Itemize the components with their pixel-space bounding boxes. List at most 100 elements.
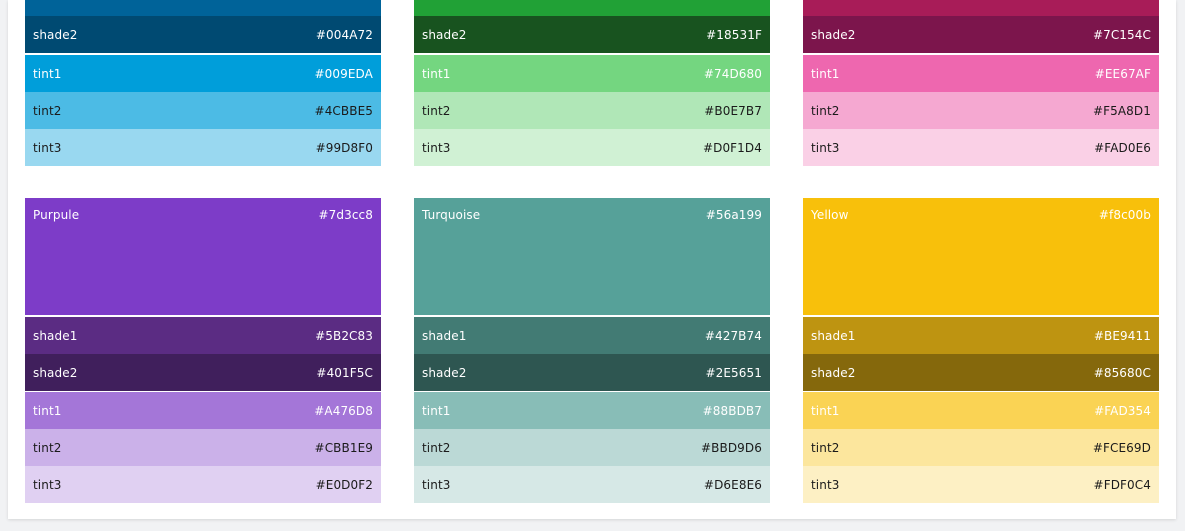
swatch-row: tint1 #A476D8 <box>25 392 381 429</box>
swatch-row: tint2 #F5A8D1 <box>803 92 1159 129</box>
swatch-row: tint1 #88BDB7 <box>414 392 770 429</box>
palette-card: shade2 #004A72 tint1 #009EDA tint2 #4CBB… <box>8 0 1176 519</box>
swatch-hex: #009EDA <box>314 66 373 81</box>
swatch-hex: #BBD9D6 <box>701 440 762 455</box>
swatch-row: tint1 #009EDA <box>25 55 381 92</box>
swatch-hex: #85680C <box>1093 365 1151 380</box>
swatch-hex: #2E5651 <box>705 365 762 380</box>
palette-pink-cap <box>803 0 1159 16</box>
swatch-hex: #7C154C <box>1092 27 1151 42</box>
swatch-label: tint3 <box>33 140 62 155</box>
swatch-label: tint1 <box>811 403 840 418</box>
swatch-row: shade1 #427B74 <box>414 317 770 354</box>
palette-blue: shade2 #004A72 tint1 #009EDA tint2 #4CBB… <box>25 0 381 166</box>
swatch-hex: #B0E7B7 <box>704 103 762 118</box>
swatch-label: tint1 <box>33 66 62 81</box>
swatch-hex: #99D8F0 <box>315 140 373 155</box>
swatch-hex: #56a199 <box>705 208 762 222</box>
swatch-hex: #FAD354 <box>1094 403 1151 418</box>
swatch-hex: #f8c00b <box>1098 208 1151 222</box>
swatch-label: tint2 <box>422 440 451 455</box>
swatch-row: tint2 #CBB1E9 <box>25 429 381 466</box>
swatch-row: shade1 #5B2C83 <box>25 317 381 354</box>
palette-green-cap <box>414 0 770 16</box>
swatch-label: tint2 <box>811 103 840 118</box>
swatch-label: tint3 <box>811 477 840 492</box>
swatch-row: tint2 #BBD9D6 <box>414 429 770 466</box>
swatch-hex: #EE67AF <box>1094 66 1151 81</box>
swatch-row: tint3 #FAD0E6 <box>803 129 1159 166</box>
swatch-hex: #88BDB7 <box>702 403 762 418</box>
swatch-label: tint3 <box>422 140 451 155</box>
swatch-label: Purpule <box>33 208 80 222</box>
swatch-row: tint3 #E0D0F2 <box>25 466 381 503</box>
swatch-hex: #401F5C <box>316 365 373 380</box>
swatch-row: tint3 #D6E8E6 <box>414 466 770 503</box>
swatch-label: tint2 <box>811 440 840 455</box>
swatch-label: tint3 <box>422 477 451 492</box>
swatch-hex: #FDF0C4 <box>1093 477 1151 492</box>
swatch-row: tint1 #74D680 <box>414 55 770 92</box>
swatch-label: tint3 <box>811 140 840 155</box>
swatch-label: shade2 <box>811 27 856 42</box>
swatch-row: tint2 #4CBBE5 <box>25 92 381 129</box>
palette-yellow: Yellow #f8c00b shade1 #BE9411 shade2 #85… <box>803 198 1159 503</box>
swatch-label: shade2 <box>811 365 856 380</box>
swatch-label: tint2 <box>33 440 62 455</box>
swatch-main: Purpule #7d3cc8 <box>25 198 381 315</box>
swatch-label: tint1 <box>811 66 840 81</box>
swatch-label: tint1 <box>422 66 451 81</box>
swatch-hex: #7d3cc8 <box>318 208 373 222</box>
swatch-hex: #FAD0E6 <box>1094 140 1151 155</box>
swatch-hex: #F5A8D1 <box>1092 103 1151 118</box>
swatch-label: tint3 <box>33 477 62 492</box>
palette-purple: Purpule #7d3cc8 shade1 #5B2C83 shade2 #4… <box>25 198 381 503</box>
swatch-main: Turquoise #56a199 <box>414 198 770 315</box>
swatch-hex: #18531F <box>706 27 762 42</box>
palette-green: shade2 #18531F tint1 #74D680 tint2 #B0E7… <box>414 0 770 166</box>
swatch-row: shade2 #18531F <box>414 16 770 53</box>
swatch-hex: #E0D0F2 <box>315 477 373 492</box>
swatch-row: shade2 #401F5C <box>25 354 381 391</box>
swatch-hex: #CBB1E9 <box>314 440 373 455</box>
swatch-hex: #BE9411 <box>1093 328 1151 343</box>
swatch-label: tint2 <box>422 103 451 118</box>
swatch-row: shade2 #004A72 <box>25 16 381 53</box>
swatch-row: tint3 #99D8F0 <box>25 129 381 166</box>
palette-turquoise: Turquoise #56a199 shade1 #427B74 shade2 … <box>414 198 770 503</box>
swatch-row: tint2 #FCE69D <box>803 429 1159 466</box>
palette-blue-cap <box>25 0 381 16</box>
swatch-hex: #FCE69D <box>1092 440 1151 455</box>
swatch-hex: #5B2C83 <box>315 328 373 343</box>
swatch-row: tint1 #EE67AF <box>803 55 1159 92</box>
swatch-label: shade1 <box>422 328 467 343</box>
swatch-label: shade2 <box>422 365 467 380</box>
swatch-label: shade2 <box>33 27 78 42</box>
swatch-main: Yellow #f8c00b <box>803 198 1159 315</box>
swatch-label: tint2 <box>33 103 62 118</box>
swatch-row: tint3 #D0F1D4 <box>414 129 770 166</box>
swatch-label: Yellow <box>811 208 849 222</box>
swatch-hex: #004A72 <box>315 27 373 42</box>
swatch-hex: #74D680 <box>703 66 762 81</box>
swatch-hex: #427B74 <box>704 328 762 343</box>
swatch-hex: #4CBBE5 <box>314 103 373 118</box>
swatch-hex: #D6E8E6 <box>703 477 762 492</box>
swatch-label: Turquoise <box>422 208 481 222</box>
swatch-row: tint2 #B0E7B7 <box>414 92 770 129</box>
swatch-hex: #D0F1D4 <box>702 140 762 155</box>
swatch-label: shade2 <box>422 27 467 42</box>
swatch-row: tint3 #FDF0C4 <box>803 466 1159 503</box>
swatch-label: shade1 <box>33 328 78 343</box>
swatch-row: shade2 #7C154C <box>803 16 1159 53</box>
swatch-row: shade1 #BE9411 <box>803 317 1159 354</box>
swatch-hex: #A476D8 <box>314 403 373 418</box>
swatch-label: tint1 <box>33 403 62 418</box>
swatch-row: shade2 #85680C <box>803 354 1159 391</box>
swatch-label: tint1 <box>422 403 451 418</box>
swatch-row: tint1 #FAD354 <box>803 392 1159 429</box>
swatch-row: shade2 #2E5651 <box>414 354 770 391</box>
swatch-label: shade1 <box>811 328 856 343</box>
palette-pink: shade2 #7C154C tint1 #EE67AF tint2 #F5A8… <box>803 0 1159 166</box>
swatch-label: shade2 <box>33 365 78 380</box>
